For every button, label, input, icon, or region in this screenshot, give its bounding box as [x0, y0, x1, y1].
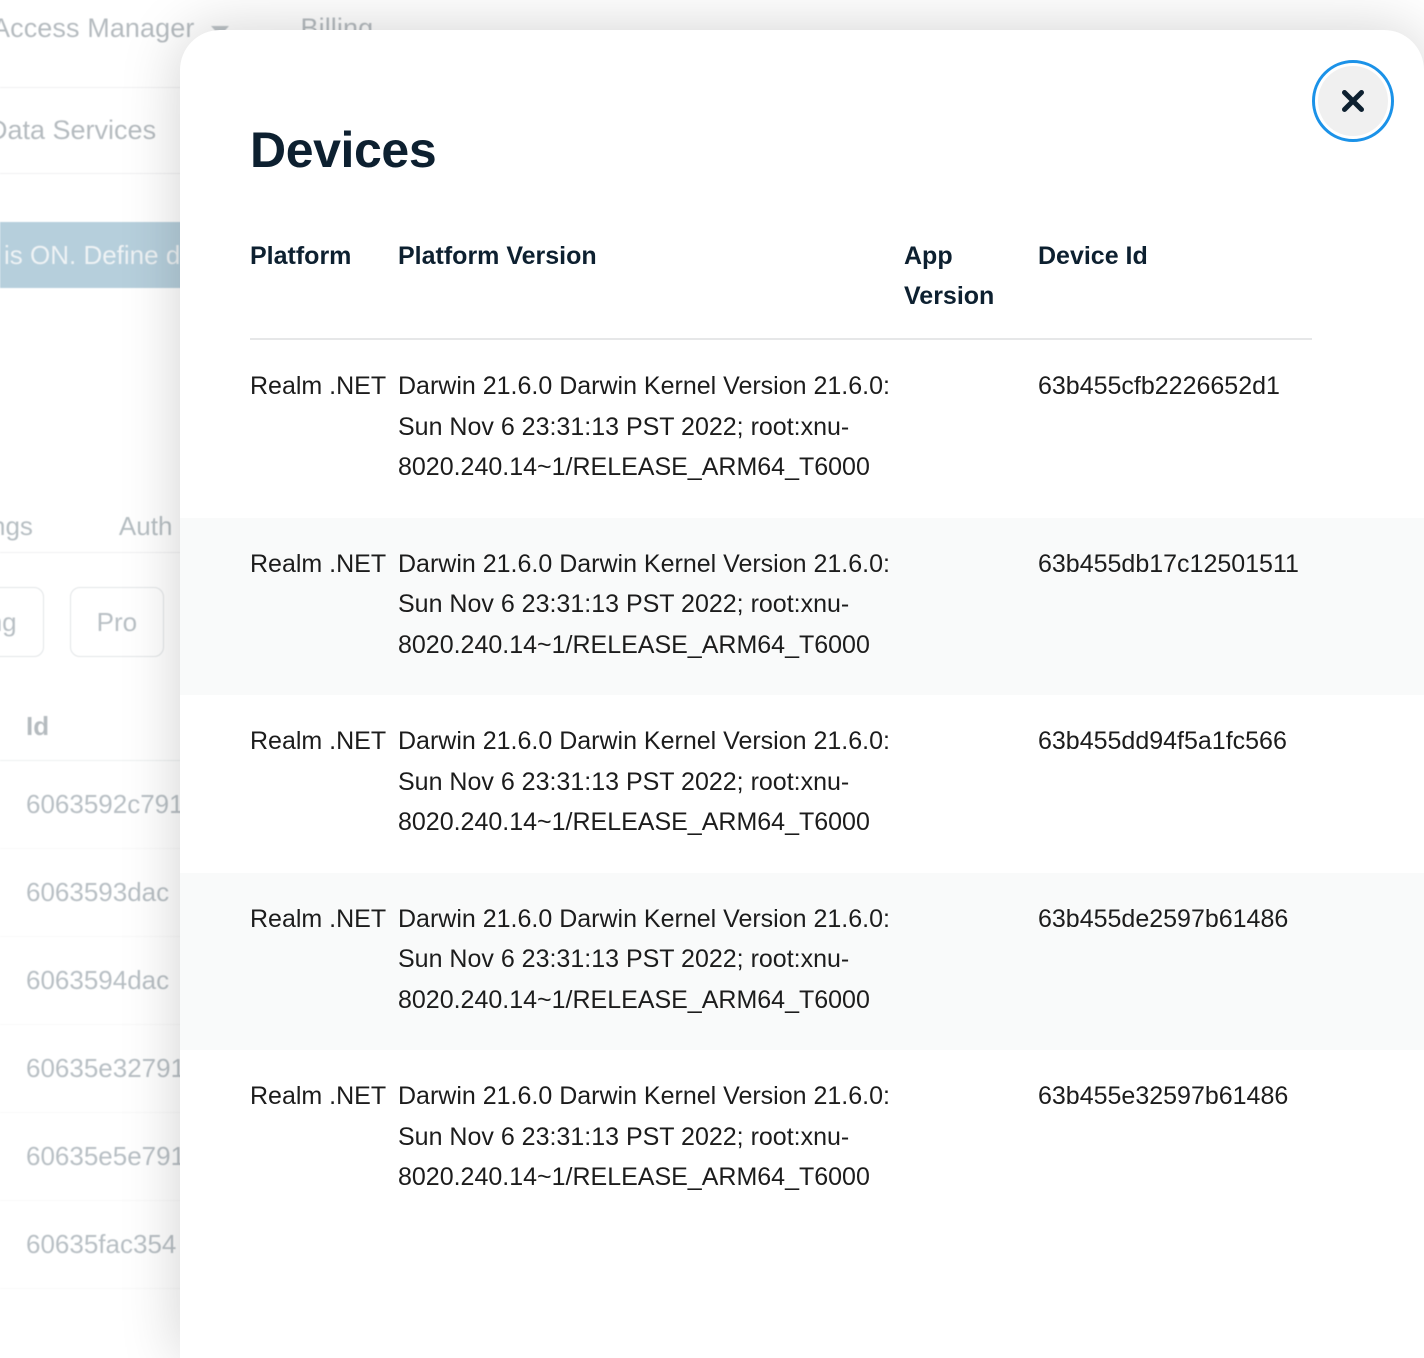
- filter-bar: nding Pro: [0, 586, 164, 658]
- filter-pending-button[interactable]: nding: [0, 587, 44, 657]
- cell-device-id: 63b455db17c12501511: [1038, 544, 1312, 585]
- cell-platform-version: Darwin 21.6.0 Darwin Kernel Version 21.6…: [398, 899, 904, 1021]
- cell-id: 60635fac354: [26, 1229, 176, 1260]
- cell-platform-version: Darwin 21.6.0 Darwin Kernel Version 21.6…: [398, 1076, 904, 1198]
- cell-platform: Realm .NET: [250, 899, 398, 940]
- cell-platform: Realm .NET: [250, 1076, 398, 1117]
- cell-id: 60635e32791: [26, 1053, 185, 1084]
- table-row[interactable]: Realm .NET Darwin 21.6.0 Darwin Kernel V…: [180, 873, 1424, 1051]
- devices-table: Platform Platform Version App Version De…: [250, 236, 1312, 1228]
- cell-platform: Realm .NET: [250, 544, 398, 585]
- tab-settings[interactable]: tings: [0, 511, 33, 542]
- table-row[interactable]: Realm .NET Darwin 21.6.0 Darwin Kernel V…: [250, 695, 1312, 873]
- cell-device-id: 63b455cfb2226652d1: [1038, 366, 1312, 407]
- cell-platform: Realm .NET: [250, 721, 398, 762]
- table-row[interactable]: Realm .NET Darwin 21.6.0 Darwin Kernel V…: [250, 340, 1312, 518]
- cell-id: 60635e5e791: [26, 1141, 185, 1172]
- nav-item-data-services[interactable]: Data Services: [0, 115, 156, 146]
- close-button[interactable]: [1318, 66, 1388, 136]
- cell-device-id: 63b455e32597b61486: [1038, 1076, 1312, 1117]
- cell-id: 6063593dac: [26, 877, 169, 908]
- close-icon: [1340, 88, 1366, 114]
- column-header-app-version: App Version: [904, 236, 1038, 316]
- page-title: Devices: [250, 122, 436, 180]
- cell-id: 6063592c791: [26, 789, 184, 820]
- table-row[interactable]: Realm .NET Darwin 21.6.0 Darwin Kernel V…: [250, 1050, 1312, 1228]
- column-header-id: Id: [26, 711, 49, 742]
- filter-pending-label: nding: [0, 607, 17, 638]
- cell-platform-version: Darwin 21.6.0 Darwin Kernel Version 21.6…: [398, 544, 904, 666]
- column-header-device-id: Device Id: [1038, 236, 1312, 316]
- cell-id: 6063594dac: [26, 965, 169, 996]
- devices-table-body: Realm .NET Darwin 21.6.0 Darwin Kernel V…: [250, 340, 1312, 1228]
- cell-device-id: 63b455dd94f5a1fc566: [1038, 721, 1312, 762]
- cell-platform-version: Darwin 21.6.0 Darwin Kernel Version 21.6…: [398, 721, 904, 843]
- filter-provider-label: Pro: [97, 607, 137, 638]
- tab-authentication[interactable]: Auth: [119, 511, 173, 542]
- status-banner-text: is ON. Define d: [4, 240, 180, 271]
- modal-close-wrapper: [1318, 66, 1388, 136]
- cell-platform-version: Darwin 21.6.0 Darwin Kernel Version 21.6…: [398, 366, 904, 488]
- devices-table-header: Platform Platform Version App Version De…: [250, 236, 1312, 340]
- cell-platform: Realm .NET: [250, 366, 398, 407]
- nav-item-access-manager[interactable]: Access Manager: [0, 13, 195, 44]
- table-row[interactable]: Realm .NET Darwin 21.6.0 Darwin Kernel V…: [180, 518, 1424, 696]
- column-header-platform-version: Platform Version: [398, 236, 904, 316]
- filter-provider-button[interactable]: Pro: [70, 587, 164, 657]
- devices-modal: Devices Platform Platform Version App Ve…: [180, 30, 1424, 1358]
- column-header-platform: Platform: [250, 236, 398, 316]
- cell-device-id: 63b455de2597b61486: [1038, 899, 1312, 940]
- screen: Access Manager Billing Data Services is …: [0, 0, 1424, 1358]
